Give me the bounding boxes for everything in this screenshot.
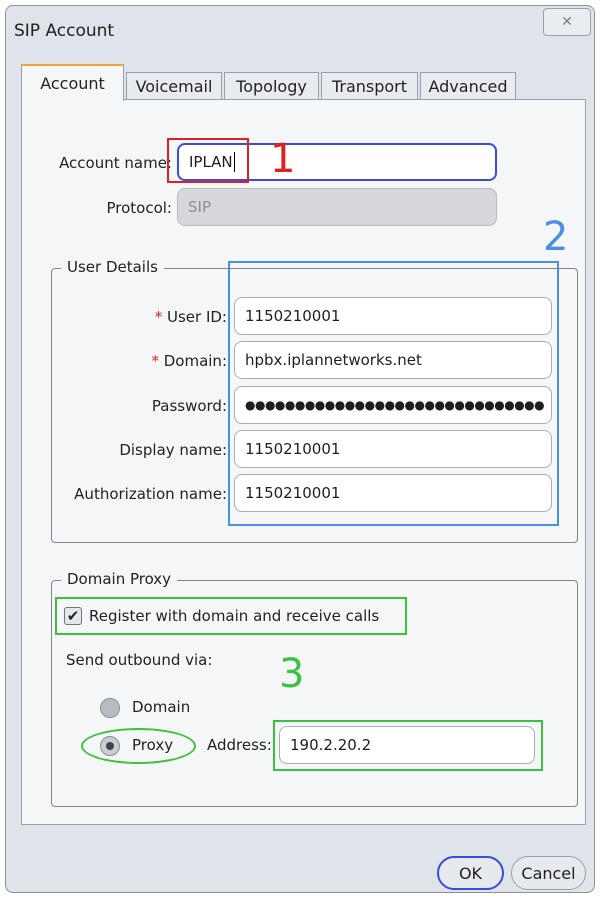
annotation-box-1 bbox=[167, 138, 249, 183]
cancel-button[interactable]: Cancel bbox=[511, 856, 586, 890]
tab-topology[interactable]: Topology bbox=[224, 72, 319, 100]
protocol-field: SIP bbox=[177, 188, 497, 226]
user-id-input[interactable]: 1150210001 bbox=[234, 297, 552, 335]
domain-input[interactable]: hpbx.iplannetworks.net bbox=[234, 341, 552, 379]
close-icon: ✕ bbox=[561, 14, 573, 30]
protocol-label: Protocol: bbox=[106, 199, 172, 217]
annotation-number-2: 2 bbox=[543, 214, 569, 260]
tab-voicemail[interactable]: Voicemail bbox=[126, 72, 222, 100]
checkmark-icon: ✔ bbox=[66, 607, 80, 625]
proxy-address-input[interactable]: 190.2.20.2 bbox=[279, 726, 535, 764]
register-checkbox[interactable]: ✔ bbox=[64, 607, 82, 625]
password-label: Password: bbox=[151, 397, 227, 415]
display-name-label: Display name: bbox=[119, 441, 227, 459]
ok-button[interactable]: OK bbox=[437, 856, 504, 890]
authorization-name-input[interactable]: 1150210001 bbox=[234, 474, 552, 512]
proxy-radio-label: Proxy bbox=[132, 736, 174, 754]
account-name-label: Account name: bbox=[59, 154, 172, 172]
domain-radio[interactable] bbox=[100, 698, 120, 718]
account-tab-panel: Account name: IPLAN 1 Protocol: SIP 2 Us… bbox=[21, 99, 586, 825]
tab-transport[interactable]: Transport bbox=[321, 72, 418, 100]
authorization-name-label: Authorization name: bbox=[74, 485, 227, 503]
send-outbound-label: Send outbound via: bbox=[66, 651, 213, 669]
domain-label: * Domain: bbox=[151, 352, 227, 370]
required-marker: * bbox=[154, 308, 163, 326]
domain-proxy-legend: Domain Proxy bbox=[61, 570, 178, 588]
address-label: Address: bbox=[207, 736, 272, 754]
dialog-title: SIP Account bbox=[14, 21, 115, 41]
proxy-radio[interactable] bbox=[100, 736, 120, 756]
password-input[interactable]: ●●●●●●●●●●●●●●●●●●●●●●●●●●●●●● bbox=[234, 386, 552, 424]
domain-radio-label: Domain bbox=[132, 698, 191, 716]
annotation-number-3: 3 bbox=[279, 651, 305, 697]
display-name-input[interactable]: 1150210001 bbox=[234, 430, 552, 468]
sip-account-dialog: SIP Account ✕ Account Voicemail Topology… bbox=[5, 5, 595, 893]
tab-account[interactable]: Account bbox=[21, 64, 124, 101]
user-id-label: * User ID: bbox=[154, 308, 227, 326]
user-details-legend: User Details bbox=[61, 258, 164, 276]
tab-advanced[interactable]: Advanced bbox=[420, 72, 516, 100]
required-marker: * bbox=[151, 352, 159, 370]
close-button[interactable]: ✕ bbox=[543, 8, 591, 36]
annotation-number-1: 1 bbox=[270, 136, 296, 182]
register-label: Register with domain and receive calls bbox=[89, 607, 380, 625]
